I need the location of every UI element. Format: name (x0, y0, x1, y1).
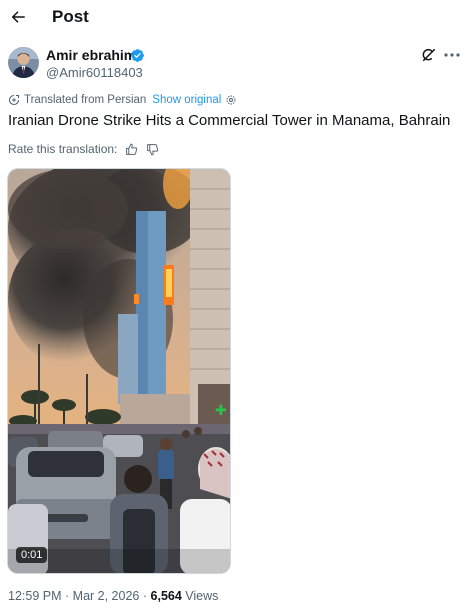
video-duration-badge: 0:01 (16, 547, 48, 563)
views-label: Views (185, 589, 219, 603)
more-dots-icon (444, 53, 460, 57)
grok-icon[interactable] (421, 47, 437, 63)
post-time: 12:59 PM (8, 589, 62, 603)
video-player[interactable]: ✚ 0:01 (7, 168, 231, 574)
post-metadata: 12:59 PM · Mar 2, 2026 · 6,564 Views (8, 589, 218, 603)
show-original-link[interactable]: Show original (152, 94, 221, 106)
more-options-button[interactable] (443, 46, 461, 64)
thumbs-up-icon[interactable] (125, 143, 138, 156)
translated-from-label: Translated from Persian (24, 94, 147, 106)
thumbs-down-icon[interactable] (146, 143, 159, 156)
views-count: 6,564 (150, 589, 182, 603)
top-bar: Post (0, 0, 468, 36)
back-button[interactable] (7, 6, 29, 28)
post-date: Mar 2, 2026 (72, 589, 140, 603)
tweet-text: Iranian Drone Strike Hits a Commercial T… (8, 112, 451, 129)
rate-translation-row: Rate this translation: (8, 141, 159, 157)
rate-translation-label: Rate this translation: (8, 142, 118, 156)
author-name[interactable]: Amir ebrahimi (46, 47, 140, 63)
meta-separator-2: · (142, 589, 148, 603)
svg-text:✚: ✚ (215, 403, 227, 419)
page-title: Post (52, 7, 89, 26)
gear-icon[interactable] (225, 94, 237, 106)
meta-separator: · (65, 589, 70, 603)
avatar[interactable] (8, 47, 39, 78)
author-handle[interactable]: @Amir60118403 (46, 65, 143, 80)
verified-badge-icon (131, 49, 144, 62)
translation-row: Translated from Persian Show original (8, 93, 237, 107)
post-time-link[interactable]: 12:59 PM · Mar 2, 2026 (8, 589, 139, 603)
translate-icon (8, 94, 20, 106)
back-arrow-icon (11, 11, 25, 23)
video-thumbnail: ✚ (8, 169, 230, 573)
